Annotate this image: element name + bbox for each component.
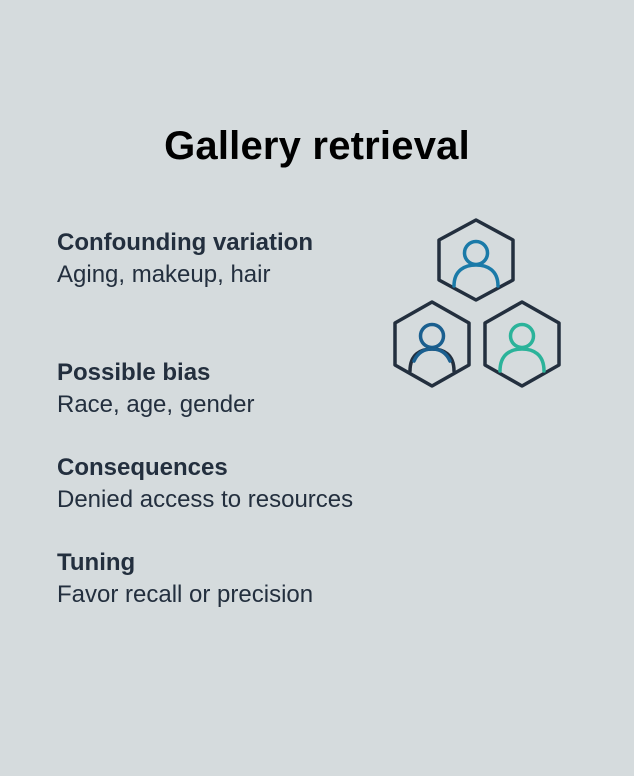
people-hexagon-group-icon [392,216,566,390]
section-confounding-variation: Confounding variation Aging, makeup, hai… [57,228,417,292]
section-description: Race, age, gender [57,391,255,418]
page-title: Gallery retrieval [164,124,470,168]
section-heading: Possible bias [57,359,211,386]
section-possible-bias: Possible bias Race, age, gender [57,358,417,422]
section-heading: Confounding variation [57,229,313,256]
person-hexagon-icon-top [437,218,515,302]
person-hexagon-icon-left [393,300,471,388]
person-hexagon-icon-right [483,300,561,388]
section-heading: Consequences [57,454,228,481]
section-description: Favor recall or precision [57,581,314,608]
section-description: Aging, makeup, hair [57,261,271,288]
section-tuning: Tuning Favor recall or precision [57,548,417,612]
section-consequences: Consequences Denied access to resources [57,453,417,517]
section-description: Denied access to resources [57,486,354,513]
section-heading: Tuning [57,549,136,576]
